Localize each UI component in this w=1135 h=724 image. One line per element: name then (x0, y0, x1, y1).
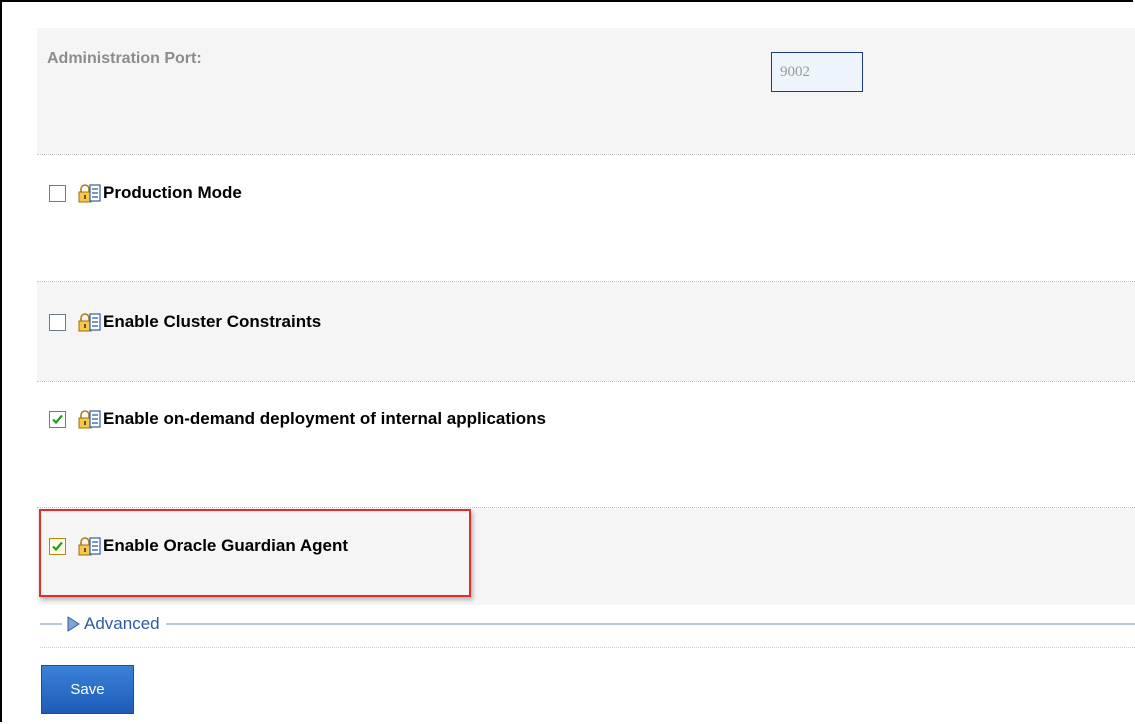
on-demand-deployment-row: Enable on-demand deployment of internal … (37, 382, 1135, 507)
save-button[interactable]: Save (41, 665, 134, 714)
advanced-toggle[interactable]: Advanced (62, 614, 166, 634)
cluster-constraints-row: Enable Cluster Constraints (37, 282, 1135, 381)
cluster-constraints-label: Enable Cluster Constraints (103, 312, 322, 331)
cluster-constraints-checkbox[interactable] (49, 313, 66, 331)
settings-panel: Administration Port: 9002 Production Mod… (37, 28, 1135, 724)
lock-edit-icon (78, 184, 101, 203)
production-mode-label: Production Mode (103, 183, 242, 202)
section-divider (40, 647, 1135, 648)
triangle-right-icon (67, 616, 80, 632)
admin-port-row: Administration Port: 9002 (37, 28, 1135, 154)
production-mode-row: Production Mode (37, 155, 1135, 281)
on-demand-deployment-label: Enable on-demand deployment of internal … (103, 409, 546, 428)
check-mark-icon (52, 414, 63, 424)
highlight-annotation-box (39, 509, 471, 597)
admin-port-label: Administration Port: (47, 50, 202, 67)
lock-edit-icon (78, 410, 101, 429)
production-mode-checkbox[interactable] (49, 184, 66, 202)
advanced-label: Advanced (84, 614, 160, 633)
on-demand-deployment-checkbox[interactable] (49, 410, 66, 428)
lock-edit-icon (78, 313, 101, 332)
advanced-divider-line (40, 623, 1135, 625)
admin-port-input[interactable]: 9002 (771, 52, 863, 92)
